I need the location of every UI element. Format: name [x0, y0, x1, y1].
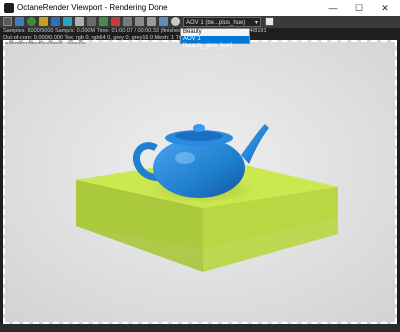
maximize-button[interactable]: ☐ — [346, 0, 372, 16]
status-bar — [0, 324, 400, 332]
aov-select[interactable]: AOV 1 (be...plus_hue) ▾ — [183, 17, 261, 27]
grid-icon[interactable] — [87, 17, 96, 26]
pause-icon[interactable] — [39, 17, 48, 26]
aov-option-beauty[interactable]: Beauty — [181, 29, 249, 36]
color-icon[interactable] — [63, 17, 72, 26]
chevron-down-icon: ▾ — [254, 20, 258, 26]
octane-app-icon — [4, 3, 14, 13]
camera-icon[interactable] — [111, 17, 120, 26]
minimize-button[interactable]: — — [320, 0, 346, 16]
title-bar: OctaneRender Viewport - Rendering Done —… — [0, 0, 400, 16]
render-bucket-frame — [3, 40, 397, 324]
gear-icon[interactable] — [171, 17, 180, 26]
viewport-toolbar: AOV 1 (be...plus_hue) ▾ — [0, 16, 400, 28]
film-icon[interactable] — [123, 17, 132, 26]
pin-icon[interactable] — [265, 17, 274, 26]
pick-icon[interactable] — [159, 17, 168, 26]
octane-viewport-window: OctaneRender Viewport - Rendering Done —… — [0, 0, 400, 332]
display-icon[interactable] — [99, 17, 108, 26]
refresh-icon[interactable] — [27, 17, 36, 26]
region-render-icon[interactable] — [3, 17, 12, 26]
lock-icon[interactable] — [75, 17, 84, 26]
aov-option-beauty-plus-hue[interactable]: AOV 1 [beauty_plus_hue] — [181, 36, 249, 49]
close-button[interactable]: ✕ — [372, 0, 398, 16]
stop-icon[interactable] — [51, 17, 60, 26]
save-icon[interactable] — [15, 17, 24, 26]
aov-select-value: AOV 1 (be...plus_hue) — [186, 20, 246, 26]
window-title: OctaneRender Viewport - Rendering Done — [17, 3, 168, 12]
object-icon[interactable] — [147, 17, 156, 26]
render-viewport[interactable]: Shd/Hair/Hashes/Voxels: -108/2/0 — [3, 40, 397, 324]
layers-icon[interactable] — [135, 17, 144, 26]
aov-dropdown-list: Beauty AOV 1 [beauty_plus_hue] — [180, 28, 250, 49]
